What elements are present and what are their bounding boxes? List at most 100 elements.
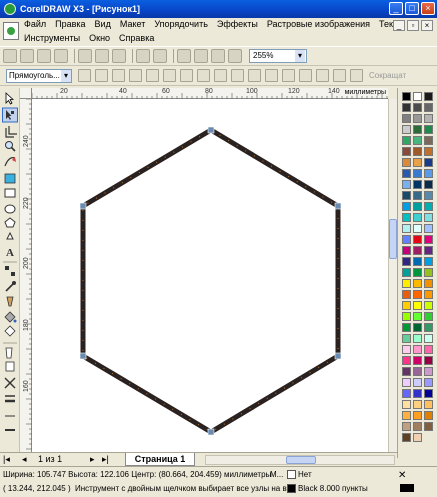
cut-icon[interactable] [78,49,92,63]
color-swatch[interactable] [413,411,422,420]
object-type-select[interactable]: Прямоуголь... [6,68,72,83]
color-swatch[interactable] [402,114,411,123]
color-swatch[interactable] [424,400,433,409]
elastic-mode-icon[interactable] [316,69,329,82]
color-swatch[interactable] [402,136,411,145]
color-swatch[interactable] [424,136,433,145]
color-swatch[interactable] [413,147,422,156]
color-swatch[interactable] [424,356,433,365]
color-swatch[interactable] [413,433,422,442]
import-icon[interactable] [177,49,191,63]
color-swatch[interactable] [413,191,422,200]
smooth-node-icon[interactable] [197,69,210,82]
color-swatch[interactable] [424,257,433,266]
fill-indicator[interactable]: Нет [287,470,312,480]
convert-to-curve-icon[interactable] [163,69,176,82]
color-swatch[interactable] [424,114,433,123]
color-swatch[interactable] [424,180,433,189]
color-swatch[interactable] [413,279,422,288]
color-swatch[interactable] [402,202,411,211]
add-node-icon[interactable] [78,69,91,82]
color-swatch[interactable] [424,224,433,233]
color-swatch[interactable] [402,400,411,409]
color-swatch[interactable] [424,279,433,288]
doc-close-button[interactable]: × [421,20,433,31]
copy-icon[interactable] [95,49,109,63]
join-nodes-icon[interactable] [112,69,125,82]
color-swatch[interactable] [413,378,422,387]
zoom-level-select[interactable]: 255% [249,49,307,63]
menu-bitmaps[interactable]: Растровые изображения [267,19,370,29]
color-swatch[interactable] [402,323,411,332]
hexagon-drawing[interactable] [32,99,388,452]
color-swatch[interactable] [402,191,411,200]
menu-window[interactable]: Окно [89,33,110,43]
horizontal-ruler[interactable]: 20 40 60 80 100 120 140 миллиметры [32,88,388,99]
menu-edit[interactable]: Правка [55,19,85,29]
close-button[interactable]: × [421,2,435,15]
color-swatch[interactable] [424,290,433,299]
color-swatch[interactable] [424,389,433,398]
color-swatch[interactable] [413,136,422,145]
print-icon[interactable] [54,49,68,63]
color-swatch[interactable] [402,213,411,222]
rotate-nodes-icon[interactable] [282,69,295,82]
color-swatch[interactable] [424,268,433,277]
horizontal-scroll-thumb[interactable] [286,456,316,464]
color-swatch[interactable] [413,367,422,376]
color-swatch[interactable] [413,114,422,123]
extend-curve-icon[interactable] [248,69,261,82]
color-swatch[interactable] [413,345,422,354]
color-swatch[interactable] [402,147,411,156]
color-swatch[interactable] [424,92,433,101]
color-swatch[interactable] [402,301,411,310]
color-swatch[interactable] [424,125,433,134]
menu-tools[interactable]: Инструменты [24,33,80,43]
color-swatch[interactable] [402,92,411,101]
color-swatch[interactable] [413,422,422,431]
color-swatch[interactable] [413,169,422,178]
prev-page-button[interactable]: ◂ [22,454,27,465]
color-swatch[interactable] [402,422,411,431]
cusp-node-icon[interactable] [180,69,193,82]
color-swatch[interactable] [402,125,411,134]
color-swatch[interactable] [413,246,422,255]
color-swatch[interactable] [424,367,433,376]
open-icon[interactable] [20,49,34,63]
color-swatch[interactable] [402,268,411,277]
export-icon[interactable] [194,49,208,63]
color-swatch[interactable] [402,257,411,266]
color-swatch[interactable] [424,103,433,112]
color-swatch[interactable] [424,213,433,222]
coreldraw-app-icon[interactable] [4,3,16,15]
color-swatch[interactable] [424,246,433,255]
stretch-nodes-icon[interactable] [265,69,278,82]
color-swatch[interactable] [424,323,433,332]
color-swatch[interactable] [402,312,411,321]
reverse-direction-icon[interactable] [231,69,244,82]
color-swatch[interactable] [402,378,411,387]
ruler-origin[interactable] [20,88,32,99]
color-swatch[interactable] [402,279,411,288]
color-swatch[interactable] [424,191,433,200]
color-swatch[interactable] [413,180,422,189]
color-swatch[interactable] [402,246,411,255]
menu-help[interactable]: Справка [119,33,154,43]
color-swatch[interactable] [413,224,422,233]
page-tab[interactable]: Страница 1 [125,453,195,466]
color-swatch[interactable] [402,224,411,233]
color-swatch[interactable] [424,378,433,387]
color-swatch[interactable] [402,345,411,354]
color-swatch[interactable] [402,290,411,299]
color-swatch[interactable] [402,158,411,167]
reduce-nodes-label[interactable]: Сокращат [369,71,406,80]
align-nodes-icon[interactable] [299,69,312,82]
outline-indicator[interactable]: Black 8.000 пункты [287,484,368,494]
color-swatch[interactable] [424,202,433,211]
color-swatch[interactable] [402,169,411,178]
color-swatch[interactable] [413,334,422,343]
link-icon[interactable] [350,69,363,82]
select-all-nodes-icon[interactable] [333,69,346,82]
menu-view[interactable]: Вид [95,19,111,29]
maximize-button[interactable]: □ [405,2,419,15]
